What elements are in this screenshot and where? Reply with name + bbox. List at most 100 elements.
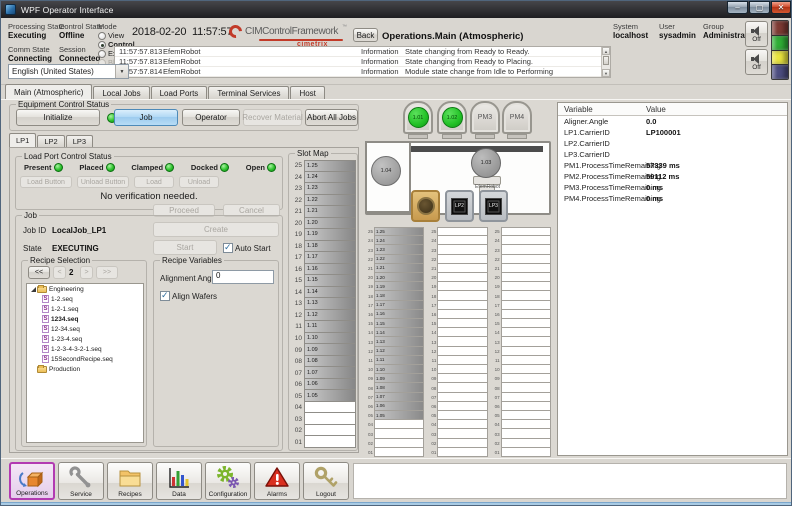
slot-cell[interactable]: 1.12	[374, 347, 424, 356]
slot-cell[interactable]: 1.20	[304, 218, 356, 230]
slot-cell[interactable]: 1.19	[304, 229, 356, 241]
variable-row[interactable]: PM2.ProcessTimeRemaining59112 ms	[558, 171, 787, 182]
slot-cell[interactable]	[304, 436, 356, 448]
tab-lp1[interactable]: LP1	[9, 133, 36, 147]
variable-row[interactable]: PM4.ProcessTimeRemaining0 ms	[558, 193, 787, 204]
slot-cell[interactable]	[501, 439, 551, 448]
diagram-loadport-lp2[interactable]: LP2	[445, 190, 474, 222]
slot-cell[interactable]: 1.17	[374, 301, 424, 310]
slot-cell[interactable]	[437, 439, 487, 448]
slot-cell[interactable]	[501, 227, 551, 236]
slot-cell[interactable]	[501, 245, 551, 254]
slot-cell[interactable]	[501, 291, 551, 300]
pager-first-button[interactable]: <<	[28, 266, 50, 279]
slot-cell[interactable]	[437, 227, 487, 236]
tab-local-jobs[interactable]: Local Jobs	[93, 86, 149, 99]
variable-row[interactable]: PM3.ProcessTimeRemaining0 ms	[558, 182, 787, 193]
align-wafers-checkbox[interactable]	[160, 291, 170, 301]
recipe-1-2-3-4-3-2-1-seq[interactable]: S1-2-3-4-3-2-1.seq	[27, 344, 143, 354]
slot-cell[interactable]: 1.24	[374, 236, 424, 245]
tab-load-ports[interactable]: Load Ports	[151, 86, 208, 99]
slot-cell[interactable]	[437, 429, 487, 438]
slot-cell[interactable]: 1.14	[304, 287, 356, 299]
scroll-down-icon[interactable]: ▼	[602, 69, 610, 77]
recipe-15secondrecipe-seq[interactable]: S15SecondRecipe.seq	[27, 354, 143, 364]
slot-cell[interactable]	[501, 236, 551, 245]
log-row[interactable]: 11:57:57.813EfemRobotInformationState ch…	[115, 57, 610, 67]
slot-cell[interactable]	[437, 420, 487, 429]
back-button[interactable]: Back	[353, 28, 378, 42]
alarm-sound-toggle-2[interactable]: Off	[745, 49, 768, 75]
slot-cell[interactable]	[437, 411, 487, 420]
recover-material-button[interactable]: Recover Material	[243, 109, 302, 126]
variable-row[interactable]: LP2.CarrierID	[558, 138, 787, 149]
radio-icon[interactable]	[98, 32, 106, 40]
slot-cell[interactable]: 1.07	[374, 393, 424, 402]
variable-row[interactable]: Aligner.Angle0.0	[558, 116, 787, 127]
slot-cell[interactable]	[501, 448, 551, 457]
slot-cell[interactable]	[374, 439, 424, 448]
data-button[interactable]: Data	[156, 462, 202, 500]
slot-cell[interactable]	[501, 402, 551, 411]
slot-cell[interactable]: 1.11	[374, 356, 424, 365]
slot-cell[interactable]: 1.13	[374, 337, 424, 346]
tab-host[interactable]: Host	[290, 86, 324, 99]
slot-cell[interactable]: 1.09	[374, 374, 424, 383]
slot-cell[interactable]: 1.18	[374, 291, 424, 300]
job-mode-button[interactable]: Job	[114, 109, 178, 126]
slot-cell[interactable]	[437, 291, 487, 300]
alarms-button[interactable]: Alarms	[254, 462, 300, 500]
slot-cell[interactable]	[501, 411, 551, 420]
tab-terminal-services[interactable]: Terminal Services	[208, 86, 289, 99]
folder-engineering[interactable]: Engineering	[27, 284, 143, 294]
configuration-button[interactable]: Configuration	[205, 462, 251, 500]
slot-cell[interactable]: 1.25	[374, 227, 424, 236]
slot-cell[interactable]	[437, 310, 487, 319]
slot-cell[interactable]: 1.09	[304, 344, 356, 356]
slot-cell[interactable]	[374, 429, 424, 438]
radio-icon[interactable]	[98, 41, 106, 49]
slot-cell[interactable]: 1.15	[304, 275, 356, 287]
slot-cell[interactable]	[437, 374, 487, 383]
abort-all-jobs-button[interactable]: Abort All Jobs	[305, 109, 358, 126]
log-scrollbar[interactable]: ▲ ▼	[601, 47, 610, 77]
alarm-sound-toggle-1[interactable]: Off	[745, 21, 768, 47]
slot-cell[interactable]	[437, 282, 487, 291]
slot-cell[interactable]: 1.22	[374, 255, 424, 264]
slot-cell[interactable]: 1.05	[374, 411, 424, 420]
slot-cell[interactable]: 1.12	[304, 310, 356, 322]
slot-cell[interactable]	[437, 337, 487, 346]
slot-cell[interactable]: 1.23	[374, 245, 424, 254]
expander-icon[interactable]	[30, 286, 37, 293]
slot-cell[interactable]: 1.24	[304, 172, 356, 184]
operator-mode-button[interactable]: Operator	[182, 109, 240, 126]
operations-button[interactable]: Operations	[9, 462, 55, 500]
slot-cell[interactable]	[501, 273, 551, 282]
auto-start-checkbox[interactable]	[223, 243, 233, 253]
slot-cell[interactable]	[437, 347, 487, 356]
pager-prev-button[interactable]: <	[53, 266, 66, 279]
initialize-button[interactable]: Initialize	[16, 109, 100, 126]
slot-cell[interactable]	[437, 301, 487, 310]
recipe-1-2-seq[interactable]: S1-2.seq	[27, 294, 143, 304]
pager-last-button[interactable]: >>	[96, 266, 118, 279]
slot-cell[interactable]: 1.10	[304, 333, 356, 345]
slot-cell[interactable]	[501, 420, 551, 429]
chamber-pm1[interactable]: 1.01	[403, 101, 433, 134]
slot-cell[interactable]: 1.05	[304, 390, 356, 402]
slot-cell[interactable]: 1.19	[374, 282, 424, 291]
expander-icon[interactable]	[30, 366, 37, 373]
minimize-button[interactable]: –	[727, 1, 748, 14]
slot-cell[interactable]: 1.14	[374, 328, 424, 337]
chamber-pm3[interactable]: PM3	[470, 101, 500, 134]
robot-wafer[interactable]: 1.03	[471, 148, 501, 178]
create-button[interactable]: Create	[153, 222, 279, 237]
slot-cell[interactable]	[501, 347, 551, 356]
slot-cell[interactable]: 1.11	[304, 321, 356, 333]
slot-cell[interactable]	[437, 264, 487, 273]
slot-cell[interactable]	[437, 319, 487, 328]
slot-cell[interactable]: 1.06	[304, 379, 356, 391]
slot-cell[interactable]: 1.22	[304, 195, 356, 207]
aligner-station[interactable]: Aligner 1.04	[365, 141, 411, 213]
slot-cell[interactable]	[501, 301, 551, 310]
